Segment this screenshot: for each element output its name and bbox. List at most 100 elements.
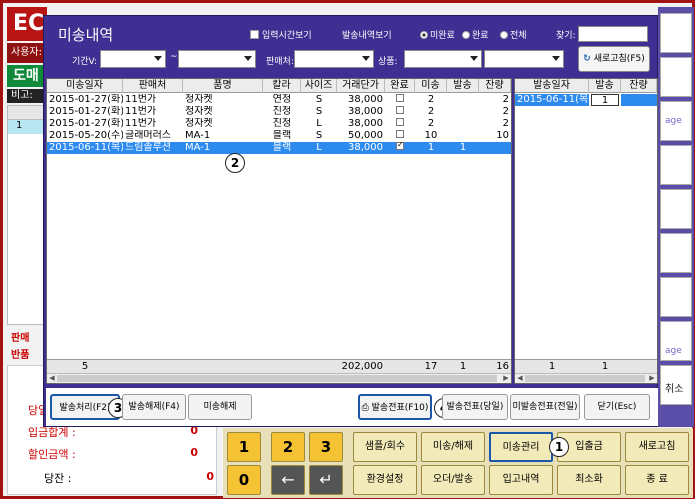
right-cell[interactable] — [660, 57, 692, 97]
order-ship-button[interactable]: 오더/발송 — [421, 465, 485, 495]
radio-all-icon[interactable] — [500, 31, 508, 39]
refresh-main-button[interactable]: 새로고침 — [625, 432, 689, 462]
key-1[interactable]: 1 — [227, 432, 261, 462]
miso-table-scrollbar[interactable]: ◀ ▶ — [47, 373, 511, 383]
column-header[interactable]: 잔량 — [479, 79, 511, 93]
ship-qty[interactable]: 1 — [591, 94, 619, 106]
done-checkbox-cell[interactable] — [385, 94, 415, 106]
radio-incomplete[interactable]: 미완료 — [420, 28, 455, 41]
background-grid-row[interactable]: 1 — [8, 120, 44, 134]
column-header[interactable]: 완료 — [385, 79, 415, 93]
product-select-2[interactable] — [484, 50, 564, 68]
cell-miso: 2 — [427, 118, 435, 129]
scroll-left-icon[interactable]: ◀ — [48, 374, 56, 382]
miso-cancel-button[interactable]: 미송해제 — [188, 394, 252, 420]
refresh-button[interactable]: ↻ 새로고침(F5) — [578, 46, 650, 72]
enter-key[interactable]: ↵ — [309, 465, 343, 495]
column-header[interactable]: 품명 — [183, 79, 263, 93]
right-cell[interactable]: age — [660, 101, 692, 141]
summary-remain: 16 — [496, 361, 509, 372]
step-badge-2: 2 — [225, 153, 245, 173]
table-row[interactable]: 2015-01-27(화) 11번가 청자켓 진청 L 38,000 2 2 — [47, 118, 511, 130]
done-checkbox-cell[interactable] — [385, 142, 415, 154]
input-time-checkbox[interactable] — [250, 30, 259, 39]
find-input[interactable] — [578, 26, 648, 42]
cell-seller: 11번가 — [125, 106, 157, 117]
checkbox-icon[interactable] — [396, 106, 404, 114]
right-cell[interactable] — [660, 189, 692, 229]
checkbox-icon[interactable] — [396, 94, 404, 102]
scroll-thumb[interactable] — [57, 375, 497, 382]
cell-remain: 10 — [496, 130, 509, 141]
miso-table: 미송일자 판매처 품명 칼라 사이즈 거래단가 완료 미송 발송 잔량 2015… — [46, 78, 512, 384]
ship-slip-label: 발송전표(F10) — [371, 403, 429, 413]
right-cell[interactable] — [660, 145, 692, 185]
radio-incomplete-icon[interactable] — [420, 31, 428, 39]
exit-button[interactable]: 종 료 — [625, 465, 689, 495]
column-header[interactable]: 사이즈 — [301, 79, 337, 93]
chevron-down-icon — [244, 56, 252, 61]
ship-table-scrollbar[interactable]: ◀ ▶ — [515, 373, 657, 383]
checked-checkbox-icon[interactable] — [396, 142, 404, 151]
miso-manage-button[interactable]: 미송관리 — [489, 432, 553, 462]
done-checkbox-cell[interactable] — [385, 106, 415, 118]
ship-slip-today-button[interactable]: 발송전표(당일) — [442, 394, 508, 420]
receiving-history-button[interactable]: 입고내역 — [489, 465, 553, 495]
sample-recall-button[interactable]: 샘플/회수 — [353, 432, 417, 462]
column-header[interactable]: 발송일자 — [515, 79, 589, 93]
radio-all[interactable]: 전체 — [500, 28, 527, 41]
cell-size: S — [315, 106, 323, 117]
miso-toggle-button[interactable]: 미송/해제 — [421, 432, 485, 462]
cell-price: 38,000 — [348, 118, 383, 129]
table-row[interactable]: 2015-01-27(화) 11번가 청자켓 연청 S 38,000 2 2 — [47, 94, 511, 106]
totals-label: 할인금액 : — [28, 448, 76, 461]
settings-button[interactable]: 환경설정 — [353, 465, 417, 495]
column-header[interactable]: 미송 — [415, 79, 447, 93]
seller-select[interactable] — [294, 50, 374, 68]
scroll-right-icon[interactable]: ▶ — [648, 374, 656, 382]
column-header[interactable]: 발송 — [589, 79, 621, 93]
close-button[interactable]: 닫기(Esc) — [584, 394, 650, 420]
key-3[interactable]: 3 — [309, 432, 343, 462]
scroll-right-icon[interactable]: ▶ — [502, 374, 510, 382]
column-header[interactable]: 칼라 — [263, 79, 301, 93]
radio-complete[interactable]: 완료 — [462, 28, 489, 41]
scroll-thumb[interactable] — [525, 375, 645, 382]
checkbox-icon[interactable] — [396, 118, 404, 126]
backspace-key[interactable]: ← — [271, 465, 305, 495]
table-row[interactable]: 2015-01-27(화) 11번가 청자켓 진청 S 38,000 2 2 — [47, 106, 511, 118]
column-header[interactable]: 판매처 — [123, 79, 183, 93]
minimize-button[interactable]: 최소화 — [557, 465, 621, 495]
column-header[interactable]: 거래단가 — [337, 79, 385, 93]
wholesale-label[interactable]: 도매 — [7, 65, 45, 87]
column-header[interactable]: 잔량 — [621, 79, 657, 93]
done-checkbox-cell[interactable] — [385, 130, 415, 142]
right-cell[interactable] — [660, 277, 692, 317]
scroll-left-icon[interactable]: ◀ — [516, 374, 524, 382]
miso-slip-prev-button[interactable]: 미발송전표(전일) — [510, 394, 580, 420]
ship-cancel-button[interactable]: 발송해제(F4) — [122, 394, 186, 420]
right-cell[interactable]: age — [660, 321, 692, 361]
key-0[interactable]: 0 — [227, 465, 261, 495]
column-header[interactable]: 발송 — [447, 79, 479, 93]
ship-slip-button[interactable]: ⎙ 발송전표(F10) — [358, 394, 432, 420]
key-2[interactable]: 2 — [271, 432, 305, 462]
right-cell[interactable]: 취소 — [660, 365, 692, 405]
period-end-select[interactable] — [178, 50, 256, 68]
product-select-1[interactable] — [404, 50, 482, 68]
right-cell[interactable] — [660, 233, 692, 273]
input-time-option[interactable]: 입력시간보기 — [250, 28, 312, 41]
radio-complete-icon[interactable] — [462, 31, 470, 39]
done-checkbox-cell[interactable] — [385, 118, 415, 130]
table-row[interactable]: 2015-05-20(수) 글래머러스 MA-1 블랙 S 50,000 10 10 — [47, 130, 511, 142]
totals-value: 0 — [190, 446, 198, 459]
period-start-select[interactable] — [100, 50, 166, 68]
ship-table-row[interactable]: 2015-06-11(목) 1 — [515, 94, 657, 106]
cell-date: 2015-01-27(화) — [49, 118, 123, 129]
table-row[interactable]: 2015-06-11(목)드림솔루션 MA-1 블랙 L 38,000 1 1 — [47, 142, 511, 154]
checkbox-icon[interactable] — [396, 130, 404, 138]
right-cell[interactable] — [660, 13, 692, 53]
column-header[interactable]: 미송일자 — [47, 79, 123, 93]
totals-row: 할인금액 : 0 — [28, 446, 208, 464]
cell-price: 38,000 — [348, 94, 383, 105]
